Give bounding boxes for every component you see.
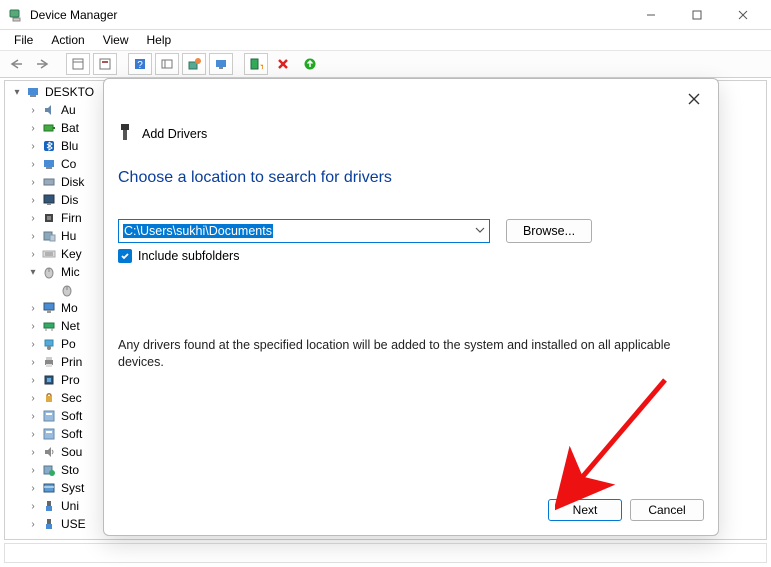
twisty-icon[interactable]: ›	[27, 212, 39, 224]
software-icon	[41, 426, 57, 442]
forward-button[interactable]	[31, 53, 55, 75]
hid-icon	[41, 228, 57, 244]
menu-view[interactable]: View	[95, 31, 137, 49]
computer-icon	[41, 156, 57, 172]
bluetooth-icon	[41, 138, 57, 154]
processor-icon	[41, 372, 57, 388]
twisty-icon[interactable]: ›	[27, 104, 39, 116]
usb-icon	[41, 498, 57, 514]
twisty-icon[interactable]: ›	[27, 158, 39, 170]
twisty-icon[interactable]: ▾	[27, 266, 39, 278]
svg-text:★: ★	[260, 61, 263, 71]
add-driver-button[interactable]: ★	[244, 53, 268, 75]
maximize-button[interactable]	[683, 5, 711, 25]
mouse-icon	[59, 282, 75, 298]
wizard-icon	[118, 123, 132, 144]
printer-icon	[41, 354, 57, 370]
close-button[interactable]	[729, 5, 757, 25]
storage-icon	[41, 462, 57, 478]
dialog-heading: Choose a location to search for drivers	[118, 169, 392, 187]
disable-button[interactable]	[271, 53, 295, 75]
usb-icon	[41, 516, 57, 532]
svg-text:?: ?	[137, 60, 143, 71]
browse-button[interactable]: Browse...	[506, 219, 592, 243]
twisty-icon[interactable]: ›	[27, 464, 39, 476]
wizard-title: Add Drivers	[142, 127, 207, 141]
twisty-icon[interactable]: ›	[27, 392, 39, 404]
system-icon	[41, 480, 57, 496]
keyboard-icon	[41, 246, 57, 262]
include-subfolders-label: Include subfolders	[138, 249, 239, 263]
monitor-icon	[41, 300, 57, 316]
chevron-down-icon[interactable]	[475, 224, 485, 238]
twisty-icon[interactable]: ›	[27, 338, 39, 350]
path-value: C:\Users\sukhi\Documents	[123, 224, 273, 238]
dialog-close-button[interactable]	[680, 87, 708, 111]
include-subfolders-checkbox[interactable]	[118, 249, 132, 263]
twisty-icon[interactable]: ›	[27, 500, 39, 512]
security-icon	[41, 390, 57, 406]
twisty-icon[interactable]: ›	[27, 140, 39, 152]
menu-help[interactable]: Help	[139, 31, 180, 49]
battery-icon	[41, 120, 57, 136]
next-button[interactable]: Next	[548, 499, 622, 521]
twisty-icon[interactable]: ›	[27, 302, 39, 314]
add-drivers-dialog: Add Drivers Choose a location to search …	[103, 78, 719, 536]
app-icon	[8, 7, 24, 23]
path-combobox[interactable]: C:\Users\sukhi\Documents	[118, 219, 490, 243]
twisty-icon[interactable]: ›	[27, 410, 39, 422]
twisty-icon[interactable]: ›	[27, 482, 39, 494]
statusbar	[4, 543, 767, 563]
twisty-icon[interactable]: ›	[27, 446, 39, 458]
cancel-button[interactable]: Cancel	[630, 499, 704, 521]
twisty-icon[interactable]: ›	[27, 230, 39, 242]
twisty-icon[interactable]: ›	[27, 320, 39, 332]
scan-button[interactable]	[155, 53, 179, 75]
audio-icon	[41, 102, 57, 118]
enable-button[interactable]	[298, 53, 322, 75]
twisty-icon[interactable]: ›	[27, 374, 39, 386]
port-icon	[41, 336, 57, 352]
window-title: Device Manager	[30, 8, 637, 22]
show-hide-button[interactable]	[66, 53, 90, 75]
help-button[interactable]: ?	[128, 53, 152, 75]
dialog-description: Any drivers found at the specified locat…	[118, 337, 678, 371]
mouse-icon	[41, 264, 57, 280]
properties-button[interactable]	[93, 53, 117, 75]
twisty-icon[interactable]: ›	[27, 194, 39, 206]
twisty-icon[interactable]: ›	[27, 122, 39, 134]
titlebar: Device Manager	[0, 0, 771, 30]
network-icon	[41, 318, 57, 334]
twisty-icon[interactable]: ›	[27, 518, 39, 530]
menu-action[interactable]: Action	[43, 31, 92, 49]
disk-icon	[41, 174, 57, 190]
uninstall-button[interactable]	[209, 53, 233, 75]
menu-file[interactable]: File	[6, 31, 41, 49]
menubar: File Action View Help	[0, 30, 771, 50]
software-icon	[41, 408, 57, 424]
update-button[interactable]	[182, 53, 206, 75]
twisty-icon[interactable]: ›	[27, 428, 39, 440]
toolbar: ? ★	[0, 50, 771, 78]
twisty-icon[interactable]: ›	[27, 356, 39, 368]
sound-icon	[41, 444, 57, 460]
firmware-icon	[41, 210, 57, 226]
display-icon	[41, 192, 57, 208]
twisty-icon[interactable]: ›	[27, 248, 39, 260]
minimize-button[interactable]	[637, 5, 665, 25]
twisty-icon[interactable]: ›	[27, 176, 39, 188]
back-button[interactable]	[4, 53, 28, 75]
